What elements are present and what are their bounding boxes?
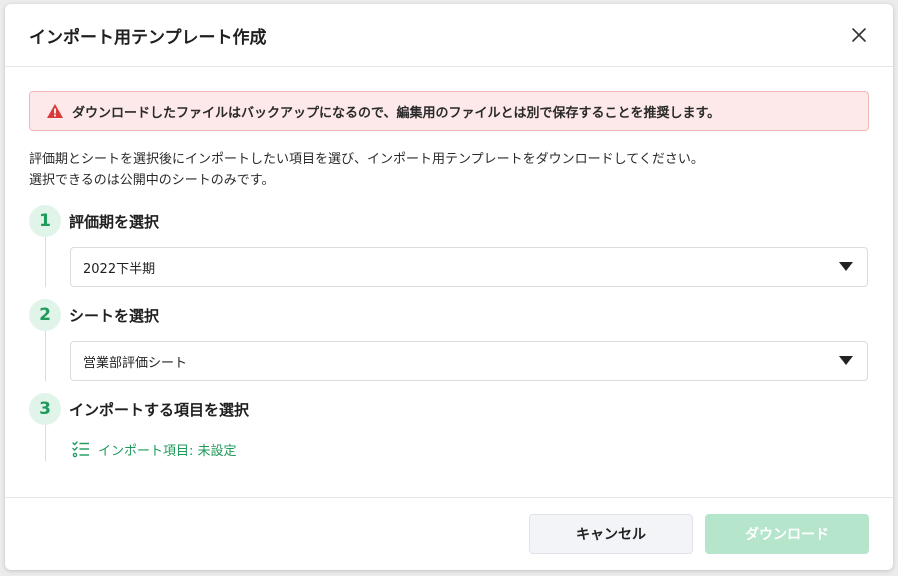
period-select[interactable]: 2022下半期 <box>70 247 868 287</box>
step-1: 1 評価期を選択 2022下半期 <box>29 205 869 287</box>
description: 評価期とシートを選択後にインポートしたい項目を選び、インポート用テンプレートをダ… <box>29 149 869 191</box>
dialog-footer: キャンセル ダウンロード <box>5 497 893 570</box>
step-2: 2 シートを選択 営業部評価シート <box>29 299 869 381</box>
download-button[interactable]: ダウンロード <box>705 514 869 554</box>
step-2-header: 2 シートを選択 <box>29 299 869 331</box>
step-3-header: 3 インポートする項目を選択 <box>29 393 869 425</box>
sheet-select[interactable]: 営業部評価シート <box>70 341 868 381</box>
period-select-value: 2022下半期 <box>83 261 156 277</box>
import-template-dialog: インポート用テンプレート作成 ダウンロードしたファイルはバックアップになるので、… <box>5 4 893 570</box>
step-number: 3 <box>29 393 61 425</box>
import-items-link[interactable]: インポート項目: 未設定 <box>72 437 869 461</box>
warning-icon <box>46 103 64 119</box>
close-button[interactable] <box>845 21 873 49</box>
step-title: シートを選択 <box>69 306 160 325</box>
import-items-link-text: インポート項目: 未設定 <box>98 443 237 459</box>
step-3: 3 インポートする項目を選択 インポート項目: 未設定 <box>29 393 869 461</box>
step-number: 1 <box>29 205 61 237</box>
close-icon <box>851 27 867 43</box>
step-title: 評価期を選択 <box>69 212 160 231</box>
dialog-title: インポート用テンプレート作成 <box>29 27 267 48</box>
step-1-header: 1 評価期を選択 <box>29 205 869 237</box>
warning-text: ダウンロードしたファイルはバックアップになるので、編集用のファイルとは別で保存す… <box>72 105 721 121</box>
step-1-content: 2022下半期 <box>45 237 869 287</box>
step-title: インポートする項目を選択 <box>69 400 250 419</box>
cancel-button[interactable]: キャンセル <box>529 514 693 554</box>
warning-alert: ダウンロードしたファイルはバックアップになるので、編集用のファイルとは別で保存す… <box>29 91 869 131</box>
step-2-content: 営業部評価シート <box>45 331 869 381</box>
checklist-icon <box>72 440 90 458</box>
caret-down-icon <box>839 262 853 272</box>
step-number: 2 <box>29 299 61 331</box>
step-3-content: インポート項目: 未設定 <box>45 425 869 461</box>
dialog-header: インポート用テンプレート作成 <box>5 4 893 67</box>
sheet-select-value: 営業部評価シート <box>83 355 188 371</box>
description-line-2: 選択できるのは公開中のシートのみです。 <box>29 173 275 188</box>
description-line-1: 評価期とシートを選択後にインポートしたい項目を選び、インポート用テンプレートをダ… <box>29 152 704 167</box>
caret-down-icon <box>839 356 853 366</box>
dialog-body: ダウンロードしたファイルはバックアップになるので、編集用のファイルとは別で保存す… <box>5 67 893 497</box>
